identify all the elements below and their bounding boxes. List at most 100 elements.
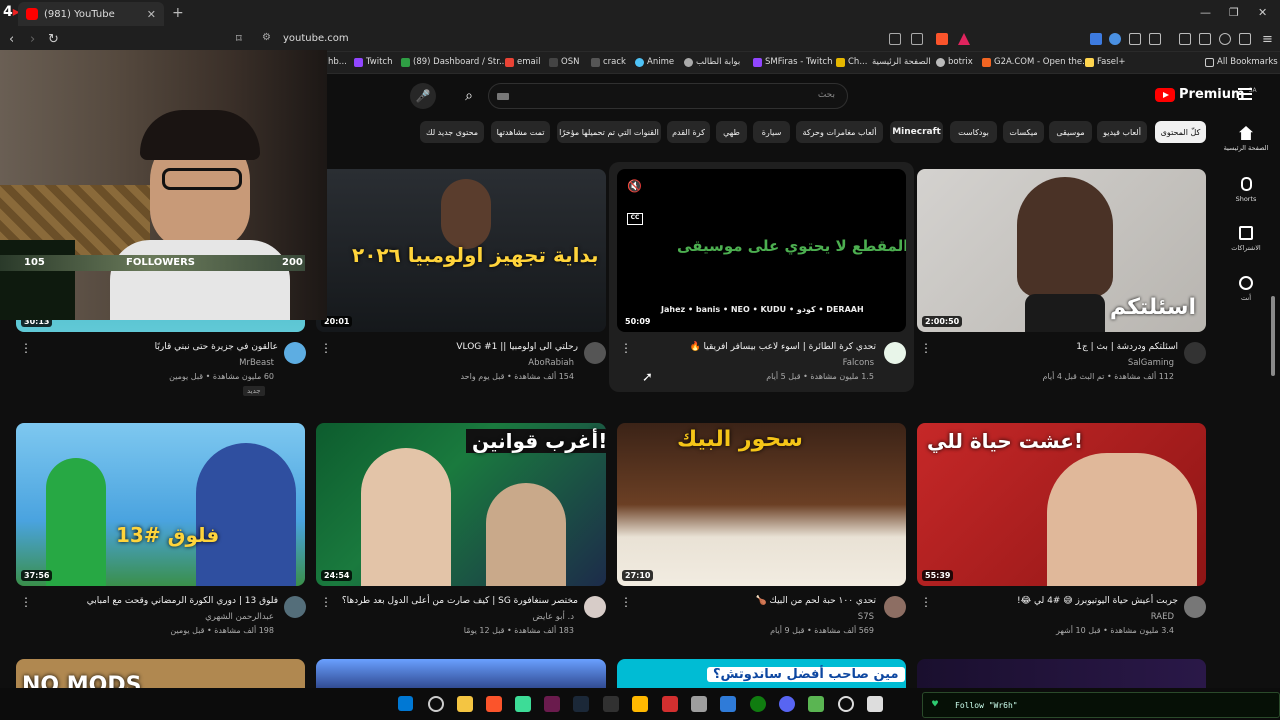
app-icon[interactable] — [515, 696, 531, 712]
chip-football[interactable]: كرة القدم — [667, 121, 710, 143]
avatar[interactable] — [1184, 342, 1206, 364]
video-thumbnail[interactable]: فلوق #13 37:56 — [16, 423, 305, 586]
all-bookmarks[interactable]: All Bookmarks — [1205, 57, 1278, 67]
bookmark-item[interactable]: OSN — [549, 57, 579, 67]
discord-icon[interactable] — [779, 696, 795, 712]
steam-icon[interactable] — [573, 696, 589, 712]
more-actions-icon[interactable] — [920, 600, 923, 604]
bookmark-item[interactable]: hb... — [328, 57, 347, 67]
chip-cars[interactable]: سيارة — [753, 121, 790, 143]
chip-video-games[interactable]: ألعاب فيديو — [1097, 121, 1147, 143]
guide-you[interactable]: أنت — [1222, 276, 1270, 302]
more-actions-icon[interactable] — [20, 346, 23, 350]
video-title[interactable]: تحدي ١٠٠ حبة لحم من البيك 🍗 — [700, 596, 876, 606]
video-title[interactable]: جربت أعيش حياة اليوتيوبرز 😅 #4 لي 😂! — [990, 596, 1178, 606]
channel-name[interactable]: د. أبو عايض — [400, 612, 574, 622]
more-actions-icon[interactable] — [620, 600, 623, 604]
minecraft-icon[interactable] — [808, 696, 824, 712]
voice-search-icon[interactable]: 🎤 — [410, 83, 436, 109]
captions-icon[interactable]: CC — [627, 213, 643, 225]
avatar[interactable] — [284, 596, 306, 618]
channel-name[interactable]: MrBeast — [100, 358, 274, 368]
chip-minecraft[interactable]: Minecraft — [890, 121, 943, 143]
video-thumbnail[interactable] — [917, 659, 1206, 688]
leo-ai-icon[interactable] — [1219, 33, 1231, 45]
close-window-icon[interactable]: ✕ — [1258, 6, 1267, 19]
more-actions-icon[interactable] — [920, 346, 923, 350]
back-icon[interactable]: ‹ — [9, 32, 14, 47]
forward-icon[interactable]: › — [30, 32, 35, 47]
avatar[interactable] — [884, 596, 906, 618]
browser-menu-icon[interactable]: ≡ — [1262, 32, 1273, 47]
guide-menu-icon[interactable] — [1238, 88, 1252, 100]
avatar[interactable] — [284, 342, 306, 364]
search-button[interactable]: ⌕ — [454, 83, 484, 109]
bookmark-item[interactable]: Ch... — [836, 57, 867, 67]
video-thumbnail[interactable]: سحور البيك 27:10 — [617, 423, 906, 586]
close-tab-icon[interactable]: ✕ — [147, 8, 156, 21]
more-actions-icon[interactable] — [320, 346, 323, 350]
search-app-icon[interactable] — [838, 696, 854, 712]
wallet-icon[interactable] — [1199, 33, 1211, 45]
video-thumbnail[interactable]: اسئلتكم 2:00:50 — [917, 169, 1206, 332]
sidebar-icon[interactable] — [1179, 33, 1191, 45]
start-menu-icon[interactable] — [398, 696, 413, 711]
more-actions-icon[interactable] — [620, 346, 623, 350]
chip-cooking[interactable]: طهي — [716, 121, 747, 143]
chip-action-adventure[interactable]: ألعاب مغامرات وحركة — [796, 121, 883, 143]
reload-icon[interactable]: ↻ — [48, 32, 59, 47]
install-icon[interactable] — [889, 33, 901, 45]
avatar[interactable] — [584, 596, 606, 618]
keyboard-icon[interactable] — [497, 93, 509, 100]
avatar[interactable] — [1184, 596, 1206, 618]
video-title[interactable]: اسئلتكم ودردشة | بث | ج1 — [1000, 342, 1178, 352]
video-title[interactable]: رحلتي الى اولومبيا || VLOG #1 — [400, 342, 578, 352]
share-icon[interactable] — [911, 33, 923, 45]
chip-music[interactable]: موسيقى — [1049, 121, 1092, 143]
video-title[interactable]: عالقون في جزيرة حتى نبني قاربًا — [100, 342, 278, 352]
bookmark-item[interactable]: G2A.COM - Open the... — [982, 57, 1090, 67]
bookmark-item[interactable]: crack — [591, 57, 626, 67]
avatar[interactable] — [584, 342, 606, 364]
guide-subscriptions[interactable]: الاشتراكات — [1222, 226, 1270, 252]
chip-new-to-you[interactable]: محتوى جديد لك — [420, 121, 484, 143]
bookmark-item[interactable]: Twitch — [354, 57, 393, 67]
video-thumbnail[interactable]: NO MODS — [16, 659, 305, 688]
channel-name[interactable]: SalGaming — [1000, 358, 1174, 368]
vpn-icon[interactable] — [1239, 33, 1251, 45]
extension-audio-icon[interactable] — [1109, 33, 1121, 45]
channel-name[interactable]: عبدالرحمن الشهري — [100, 612, 274, 622]
minimize-icon[interactable]: — — [1200, 6, 1211, 19]
app-icon[interactable] — [691, 696, 707, 712]
browser-tab[interactable]: (981) YouTube ✕ — [18, 2, 164, 26]
video-thumbnail[interactable]: بداية تجهيز اولومبيا ٢٠٢٦ 20:01 — [316, 169, 606, 332]
channel-name[interactable]: RAED — [1000, 612, 1174, 622]
mute-icon[interactable]: 🔇 — [627, 179, 642, 193]
bookmark-item[interactable]: بوابة الطالب — [684, 57, 740, 67]
channel-name[interactable]: Falcons — [700, 358, 874, 368]
app-icon[interactable] — [867, 696, 883, 712]
maximize-icon[interactable]: ❐ — [1229, 6, 1239, 19]
riot-icon[interactable] — [632, 696, 648, 712]
video-thumbnail[interactable]: عشت حياة للي! 55:39 — [917, 423, 1206, 586]
guide-shorts[interactable]: Shorts — [1222, 177, 1270, 203]
channel-name[interactable]: AboRabiah — [400, 358, 574, 368]
video-thumbnail[interactable] — [316, 659, 606, 688]
more-actions-icon[interactable] — [20, 600, 23, 604]
bookmark-item[interactable]: botrix — [936, 57, 973, 67]
extension-translate-icon[interactable] — [1090, 33, 1102, 45]
obs-icon[interactable] — [428, 696, 444, 712]
video-title[interactable]: تحدي كرة الطائرة | اسوء لاعب بيسافر افري… — [660, 342, 876, 352]
guide-home[interactable]: الصفحة الرئيسية — [1222, 126, 1270, 152]
bookmark-item[interactable]: SMFiras - Twitch — [753, 57, 832, 67]
bookmark-item[interactable]: (89) Dashboard / Str... — [401, 57, 507, 67]
avatar[interactable] — [884, 342, 906, 364]
bookmark-item[interactable]: Fasel+ — [1085, 57, 1125, 67]
more-actions-icon[interactable] — [320, 600, 323, 604]
video-preview[interactable]: 🔇 CC المقطع لا يحتوي على موسيقى Jahez • … — [617, 169, 906, 332]
chip-recently-uploaded[interactable]: القنوات التي تم تحميلها مؤخرًا — [557, 121, 661, 143]
valorant-icon[interactable] — [662, 696, 678, 712]
video-thumbnail[interactable]: مين صاحب أفضل ساندوتش؟ — [617, 659, 906, 688]
tab-search-icon[interactable] — [1149, 33, 1161, 45]
video-title[interactable]: فلوق 13 | دوري الكورة الرمضاني وقحت مع ا… — [70, 596, 278, 606]
